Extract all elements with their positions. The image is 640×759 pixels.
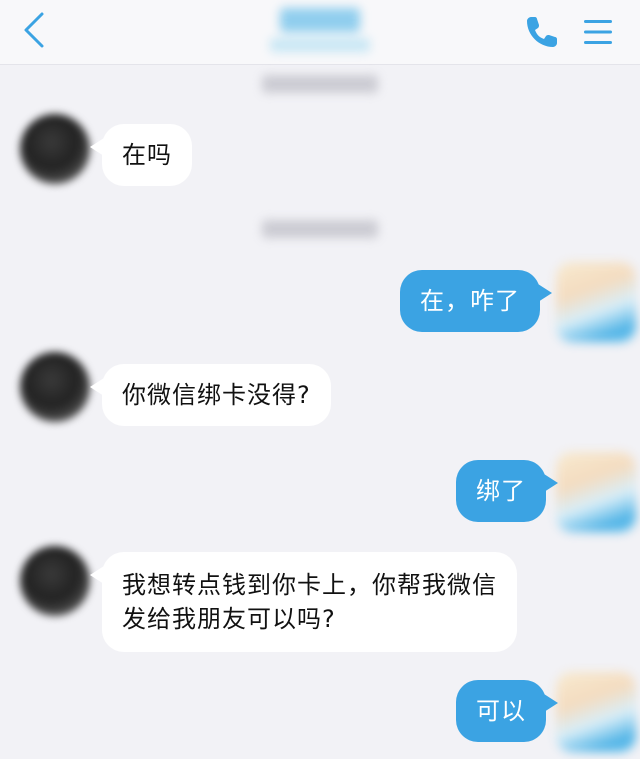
- contact-subtitle: [270, 38, 370, 52]
- message-text-line: 我想转点钱到你卡上，你帮我微信: [122, 571, 497, 599]
- message-text: 在吗: [122, 141, 172, 169]
- my-avatar[interactable]: [556, 452, 636, 532]
- my-avatar[interactable]: [556, 262, 636, 342]
- contact-avatar[interactable]: [20, 352, 90, 422]
- back-button[interactable]: [18, 8, 54, 52]
- message-bubble-outgoing[interactable]: 可以: [456, 680, 558, 742]
- menu-button[interactable]: [578, 12, 618, 52]
- message-text: 绑了: [476, 477, 526, 505]
- timestamp: [262, 75, 378, 93]
- chevron-left-icon: [24, 12, 44, 48]
- contact-info[interactable]: [250, 6, 390, 58]
- my-avatar[interactable]: [556, 672, 636, 752]
- contact-avatar[interactable]: [20, 546, 90, 616]
- menu-icon: [584, 20, 612, 44]
- message-text: 可以: [476, 697, 526, 725]
- message-bubble-incoming[interactable]: 你微信绑卡没得?: [90, 364, 331, 426]
- contact-name: [280, 8, 360, 32]
- phone-icon: [527, 17, 557, 47]
- message-bubble-incoming[interactable]: 我想转点钱到你卡上，你帮我微信 发给我朋友可以吗?: [90, 552, 517, 652]
- timestamp: [262, 220, 378, 238]
- message-text: 在，咋了: [420, 287, 520, 315]
- message-bubble-incoming[interactable]: 在吗: [90, 124, 192, 186]
- call-button[interactable]: [522, 12, 562, 52]
- message-text: 你微信绑卡没得?: [122, 381, 311, 409]
- message-bubble-outgoing[interactable]: 绑了: [456, 460, 558, 522]
- message-bubble-outgoing[interactable]: 在，咋了: [400, 270, 552, 332]
- contact-avatar[interactable]: [20, 114, 90, 184]
- chat-header: [0, 0, 640, 65]
- message-text-line: 发给我朋友可以吗?: [122, 605, 336, 633]
